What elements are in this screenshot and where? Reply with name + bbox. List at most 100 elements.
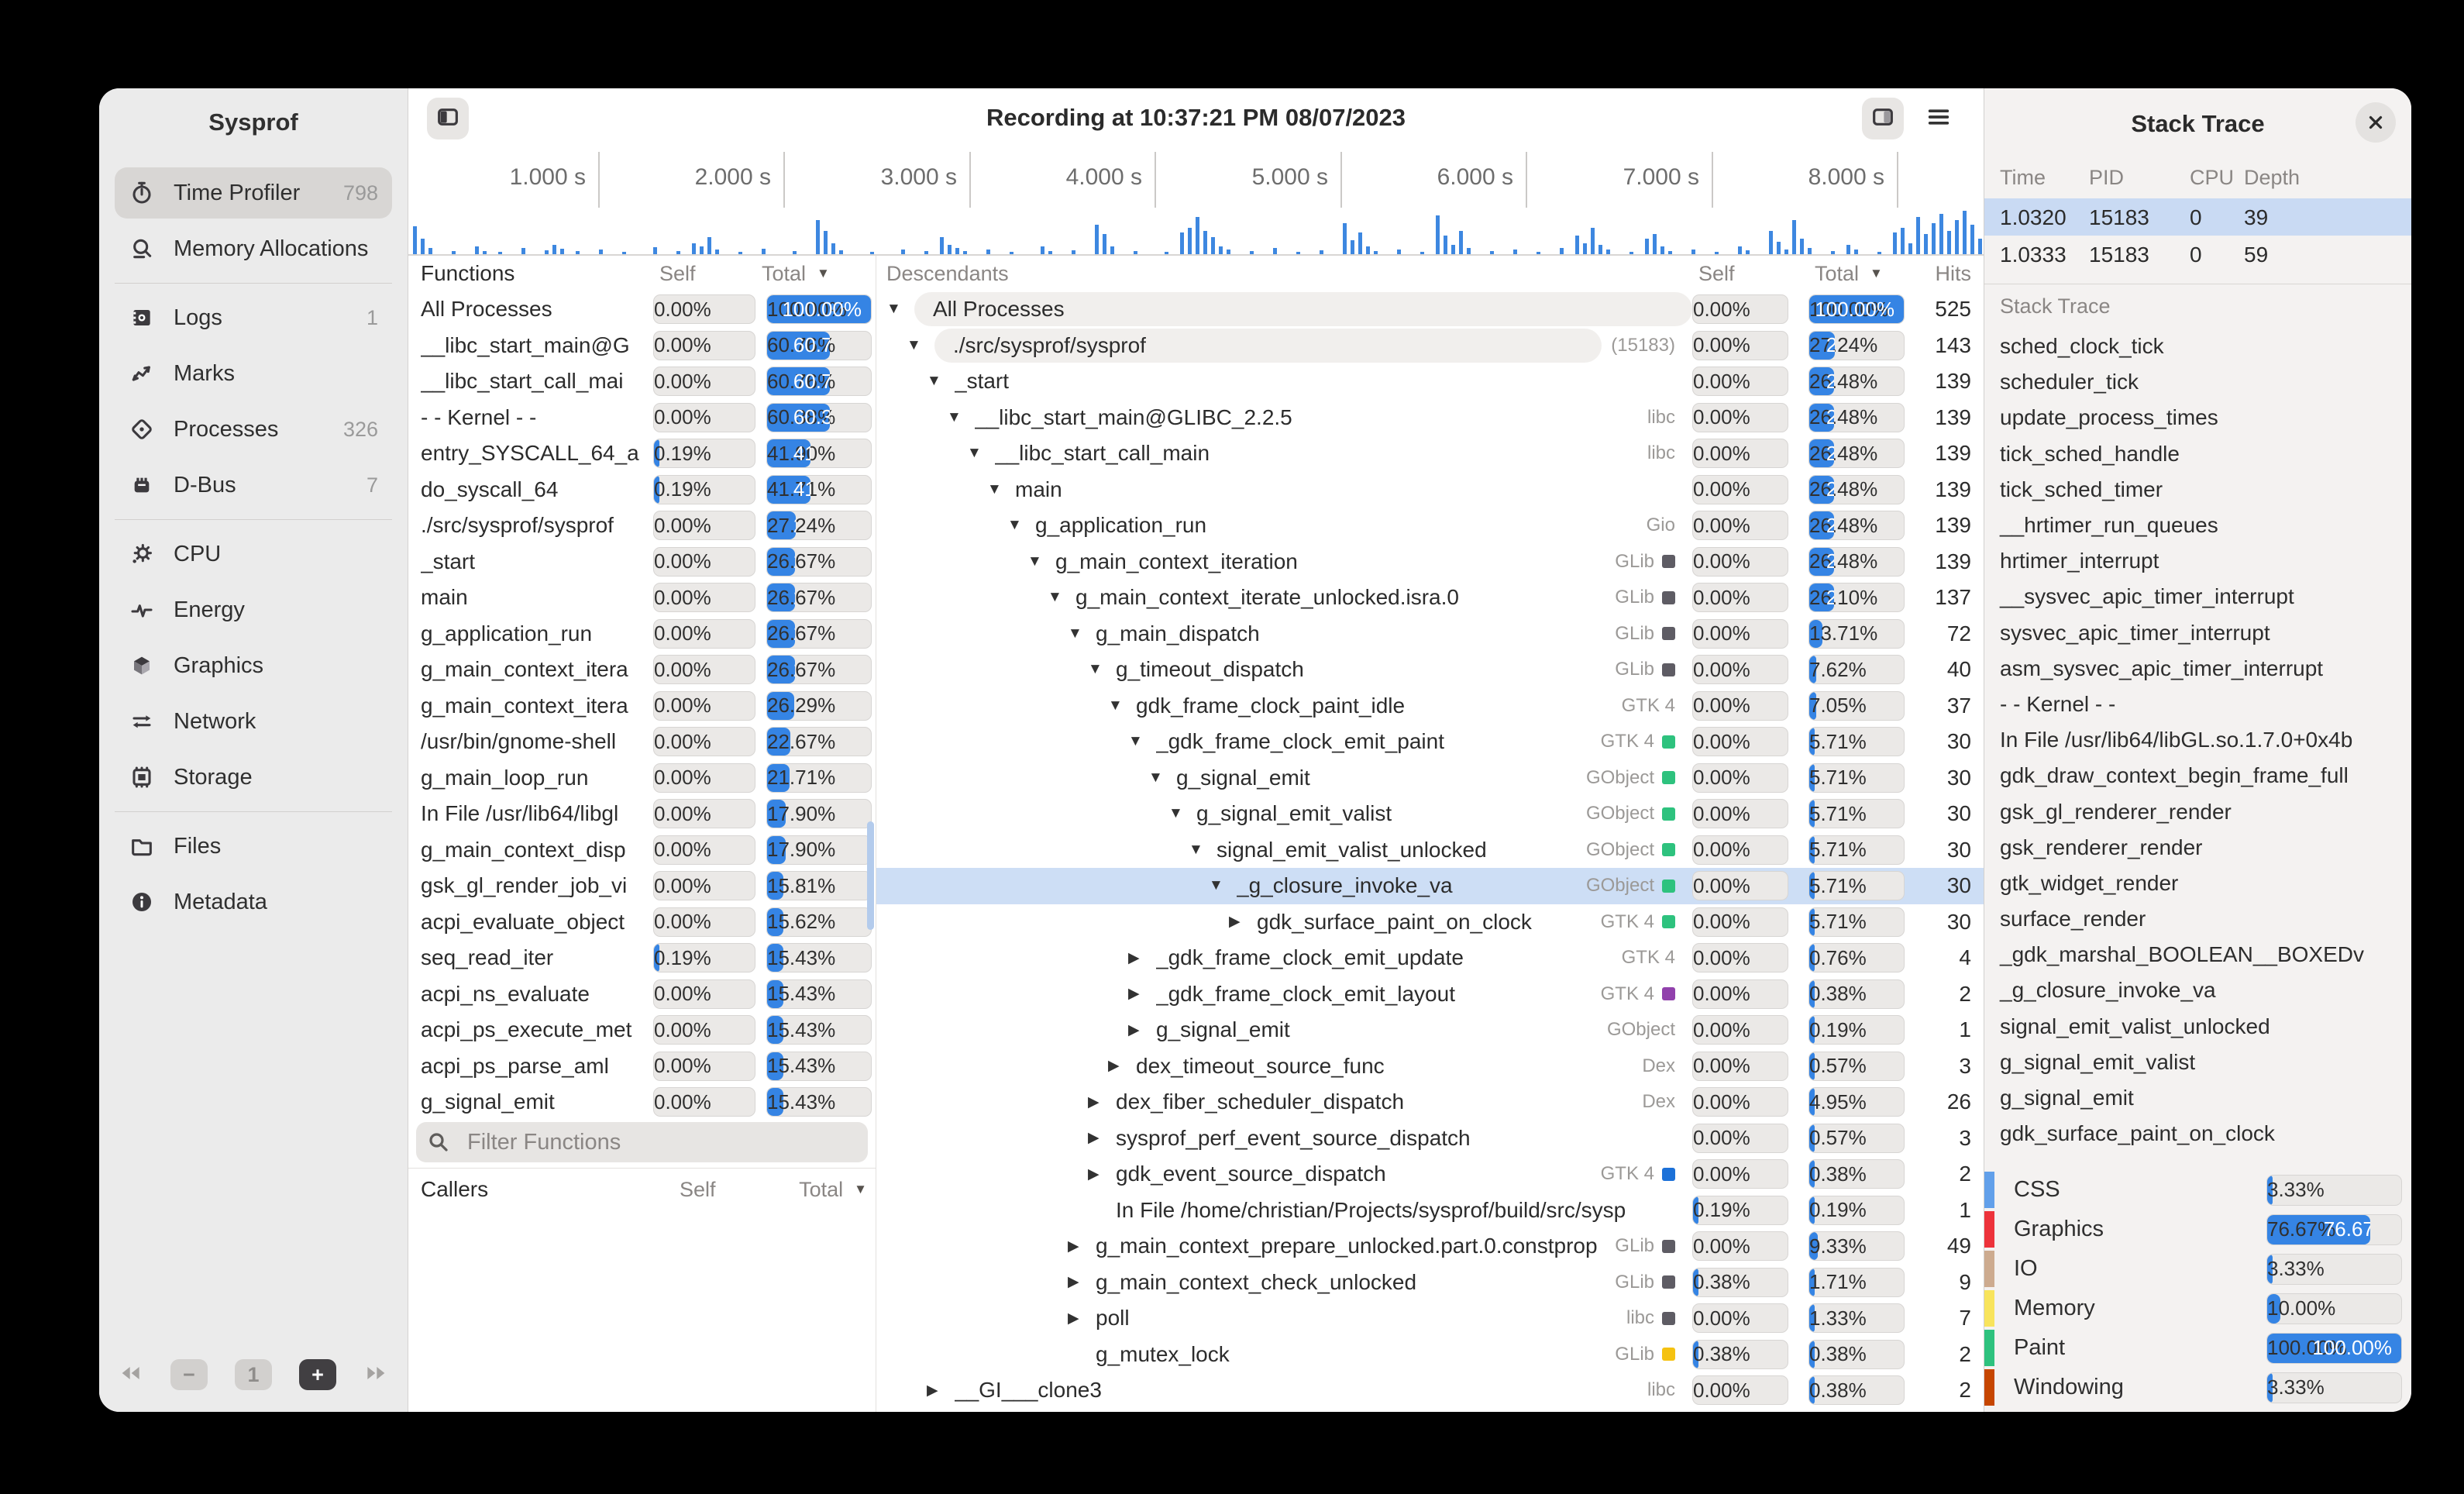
sidebar-item-network[interactable]: Network: [115, 696, 392, 747]
descendant-row[interactable]: ▶ sysprof_perf_event_source_dispatch 0.0…: [876, 1120, 1984, 1157]
menu-button[interactable]: [1918, 98, 1960, 139]
function-row[interactable]: /usr/bin/gnome-shell 0.00%0.00% 22.67%22…: [408, 724, 876, 760]
expander-icon[interactable]: ▼: [1128, 733, 1156, 750]
expander-icon[interactable]: ▶: [927, 1382, 955, 1399]
expander-icon[interactable]: ▶: [1068, 1273, 1096, 1291]
function-row[interactable]: acpi_evaluate_object 0.00%0.00% 15.62%15…: [408, 904, 876, 941]
stack-column-cpu[interactable]: CPU: [2190, 166, 2234, 190]
descendant-row[interactable]: ▶ gdk_event_source_dispatch GTK 4 0.00%0…: [876, 1156, 1984, 1193]
stack-frame[interactable]: asm_sysvec_apic_timer_interrupt: [1984, 651, 2411, 687]
stack-frame[interactable]: g_signal_emit: [1984, 1080, 2411, 1116]
stack-frame[interactable]: sched_clock_tick: [1984, 329, 2411, 364]
function-row[interactable]: ./src/sysprof/sysprof 0.00%0.00% 27.24%2…: [408, 508, 876, 544]
function-row[interactable]: main 0.00%0.00% 26.67%26.67%: [408, 580, 876, 616]
close-panel-button[interactable]: [2356, 102, 2396, 143]
stack-frame[interactable]: signal_emit_valist_unlocked: [1984, 1009, 2411, 1045]
filter-functions-input[interactable]: [416, 1122, 868, 1162]
expander-icon[interactable]: ▶: [1068, 1310, 1096, 1327]
descendant-row[interactable]: ▼ g_main_dispatch GLib 0.00%0.00% 13.71%…: [876, 616, 1984, 652]
function-row[interactable]: g_application_run 0.00%0.00% 26.67%26.67…: [408, 616, 876, 652]
descendant-row[interactable]: ▶ g_main_context_prepare_unlocked.part.0…: [876, 1228, 1984, 1265]
expander-icon[interactable]: ▼: [1148, 769, 1176, 787]
expander-icon[interactable]: ▼: [1189, 842, 1217, 859]
sidebar-item-files[interactable]: Files: [115, 821, 392, 872]
descendant-row[interactable]: ▼ gdk_frame_clock_paint_idle GTK 4 0.00%…: [876, 688, 1984, 725]
expander-icon[interactable]: ▶: [1128, 1021, 1156, 1039]
descendants-column-total[interactable]: Total▼: [1808, 262, 1905, 286]
stack-frame[interactable]: update_process_times: [1984, 400, 2411, 435]
descendant-row[interactable]: ▼ ./src/sysprof/sysprof (15183) 0.00%0.0…: [876, 328, 1984, 364]
descendant-row[interactable]: ▼ signal_emit_valist_unlocked GObject 0.…: [876, 832, 1984, 869]
descendant-row[interactable]: ▶ _gdk_frame_clock_emit_layout GTK 4 0.0…: [876, 976, 1984, 1013]
expander-icon[interactable]: ▼: [967, 445, 995, 462]
descendant-row[interactable]: ▼ _start 0.00%0.00% 26.48%26.48% 139: [876, 363, 1984, 400]
stack-frame[interactable]: scheduler_tick: [1984, 364, 2411, 400]
function-row[interactable]: - - Kernel - - 0.00%0.00% 60.38%60.38%: [408, 400, 876, 436]
functions-column-self[interactable]: Self: [653, 262, 755, 286]
zoom-out-button[interactable]: −: [170, 1359, 208, 1390]
sidebar-item-energy[interactable]: Energy: [115, 584, 392, 635]
expander-icon[interactable]: ▼: [886, 301, 914, 318]
expander-icon[interactable]: ▼: [927, 373, 955, 390]
expander-icon[interactable]: ▶: [1088, 1165, 1116, 1183]
stack-column-pid[interactable]: PID: [2089, 166, 2124, 190]
expander-icon[interactable]: ▶: [1128, 949, 1156, 967]
expander-icon[interactable]: ▼: [1168, 805, 1196, 822]
callers-column-self[interactable]: Self: [680, 1178, 773, 1202]
expander-icon[interactable]: ▶: [1068, 1238, 1096, 1255]
stack-frame[interactable]: In File /usr/lib64/libGL.so.1.7.0+0x4b: [1984, 722, 2411, 758]
zoom-level-button[interactable]: 1: [235, 1359, 272, 1390]
function-row[interactable]: g_main_context_itera 0.00%0.00% 26.29%26…: [408, 688, 876, 725]
stack-frame[interactable]: gdk_draw_context_begin_frame_full: [1984, 758, 2411, 793]
expander-icon[interactable]: ▼: [1068, 625, 1096, 642]
function-row[interactable]: __libc_start_call_mai 0.00%0.00% 60.76%6…: [408, 363, 876, 400]
descendant-row[interactable]: ▼ g_main_context_iteration GLib 0.00%0.0…: [876, 544, 1984, 580]
descendant-row[interactable]: ▶ dex_timeout_source_func Dex 0.00%0.00%…: [876, 1048, 1984, 1085]
descendant-row[interactable]: ▶ _gdk_frame_clock_emit_update GTK 4 0.0…: [876, 940, 1984, 976]
expander-icon[interactable]: ▶: [1229, 913, 1257, 931]
expander-icon[interactable]: ▼: [1007, 517, 1035, 534]
sidebar-item-time-profiler[interactable]: Time Profiler 798: [115, 167, 392, 219]
function-row[interactable]: seq_read_iter 0.19%0.19% 15.43%15.43%: [408, 940, 876, 976]
expander-icon[interactable]: ▼: [1108, 697, 1136, 714]
descendant-row[interactable]: ▶ poll libc 0.00%0.00% 1.33%1.33% 7: [876, 1300, 1984, 1337]
descendant-row[interactable]: ▼ __libc_start_call_main libc 0.00%0.00%…: [876, 435, 1984, 472]
expander-icon[interactable]: ▶: [1088, 1129, 1116, 1147]
function-row[interactable]: In File /usr/lib64/libgl 0.00%0.00% 17.9…: [408, 796, 876, 832]
callers-column-total[interactable]: Total▼: [773, 1178, 872, 1202]
function-row[interactable]: acpi_ps_parse_aml 0.00%0.00% 15.43%15.43…: [408, 1048, 876, 1085]
zoom-in-button[interactable]: +: [299, 1359, 336, 1390]
function-row[interactable]: _start 0.00%0.00% 26.67%26.67%: [408, 544, 876, 580]
stack-column-depth[interactable]: Depth: [2244, 166, 2300, 190]
stack-frame[interactable]: gsk_gl_renderer_render: [1984, 793, 2411, 829]
cpu-activity-chart[interactable]: [408, 208, 1984, 256]
sidebar-item-marks[interactable]: Marks: [115, 348, 392, 399]
expander-icon[interactable]: ▶: [1108, 1057, 1136, 1075]
stack-frame[interactable]: gdk_surface_paint_on_clock: [1984, 1116, 2411, 1151]
function-row[interactable]: All Processes 0.00%0.00% 100.00%100.00%: [408, 291, 876, 328]
stack-frame[interactable]: g_signal_emit_valist: [1984, 1045, 2411, 1080]
stack-column-time[interactable]: Time: [2000, 166, 2046, 190]
descendant-row[interactable]: ▼ g_application_run Gio 0.00%0.00% 26.48…: [876, 508, 1984, 544]
stack-sample-row[interactable]: 1.0320 15183 0 39: [1984, 198, 2411, 236]
stack-frame[interactable]: - - Kernel - -: [1984, 687, 2411, 722]
expander-icon[interactable]: ▼: [1048, 589, 1075, 606]
descendant-row[interactable]: g_mutex_lock GLib 0.38%0.38% 0.38%0.38% …: [876, 1337, 1984, 1373]
sidebar-item-metadata[interactable]: Metadata: [115, 876, 392, 928]
stack-frame[interactable]: gtk_widget_render: [1984, 866, 2411, 901]
expander-icon[interactable]: ▼: [1088, 661, 1116, 678]
expander-icon[interactable]: ▼: [907, 337, 934, 354]
function-row[interactable]: g_signal_emit 0.00%0.00% 15.43%15.43%: [408, 1084, 876, 1120]
descendant-row[interactable]: ▶ g_main_context_check_unlocked GLib 0.3…: [876, 1265, 1984, 1301]
function-row[interactable]: __libc_start_main@G 0.00%0.00% 60.76%60.…: [408, 328, 876, 364]
stack-frame[interactable]: sysvec_apic_timer_interrupt: [1984, 615, 2411, 651]
descendant-row[interactable]: ▶ __GI___clone3 libc 0.00%0.00% 0.38%0.3…: [876, 1372, 1984, 1409]
expander-icon[interactable]: ▶: [1088, 1093, 1116, 1111]
function-row[interactable]: acpi_ns_evaluate 0.00%0.00% 15.43%15.43%: [408, 976, 876, 1013]
descendant-row[interactable]: In File /home/christian/Projects/sysprof…: [876, 1193, 1984, 1229]
descendant-row[interactable]: ▼ _g_closure_invoke_va GObject 0.00%0.00…: [876, 868, 1984, 904]
descendant-row[interactable]: ▼ g_main_context_iterate_unlocked.isra.0…: [876, 580, 1984, 616]
functions-column-name[interactable]: Functions: [421, 261, 653, 286]
sidebar-item-cpu[interactable]: CPU: [115, 528, 392, 580]
descendant-row[interactable]: ▼ __libc_start_main@GLIBC_2.2.5 libc 0.0…: [876, 400, 1984, 436]
